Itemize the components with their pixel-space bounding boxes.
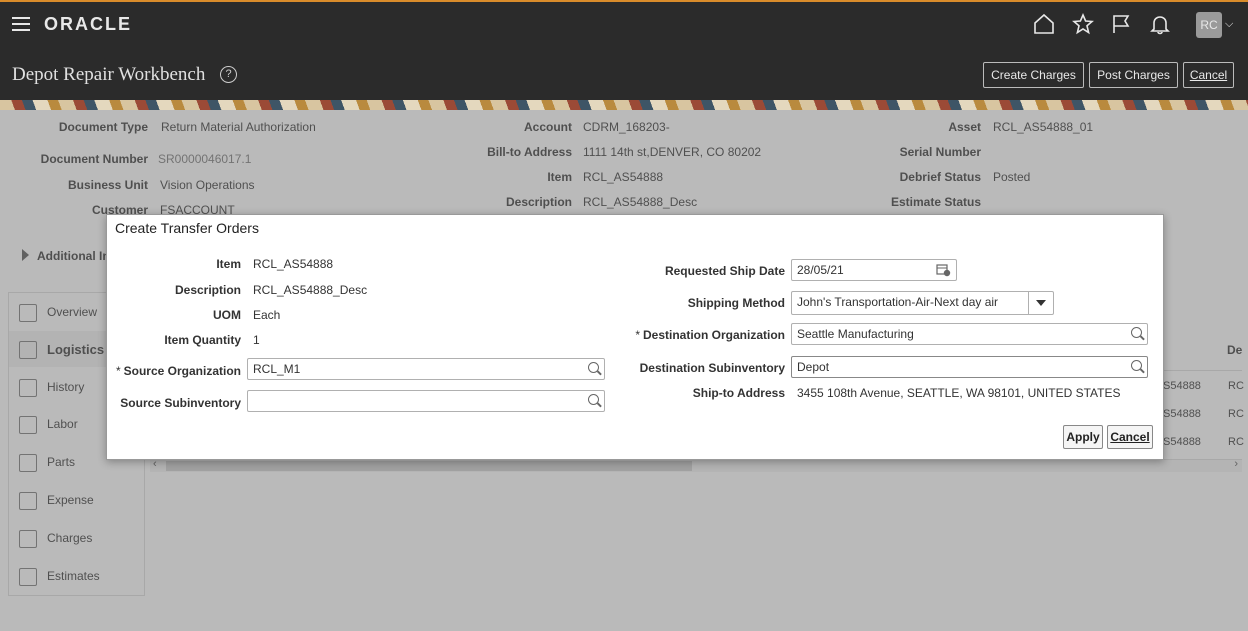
cancel-button[interactable]: Cancel bbox=[1107, 425, 1153, 449]
source-subinventory-input[interactable] bbox=[247, 390, 605, 412]
dialog-title: Create Transfer Orders bbox=[115, 220, 259, 236]
ship-to-address-value: 3455 108th Avenue, SEATTLE, WA 98101, UN… bbox=[797, 386, 1121, 400]
destination-subinventory-label: Destination Subinventory bbox=[639, 361, 785, 375]
oracle-logo: ORACLE bbox=[44, 14, 132, 34]
source-organization-input[interactable]: RCL_M1 bbox=[247, 358, 605, 380]
description-label: Description bbox=[174, 283, 241, 297]
apply-button[interactable]: Apply bbox=[1063, 425, 1103, 449]
shipping-method-label: Shipping Method bbox=[687, 296, 785, 310]
item-quantity-value: 1 bbox=[253, 333, 260, 347]
item-label: Item bbox=[216, 257, 241, 271]
dropdown-arrow-icon[interactable] bbox=[1028, 292, 1053, 314]
home-icon[interactable] bbox=[1032, 12, 1056, 36]
calendar-icon[interactable] bbox=[936, 263, 951, 277]
decorative-banner bbox=[0, 100, 1248, 110]
search-icon[interactable] bbox=[1131, 327, 1142, 338]
star-icon[interactable] bbox=[1071, 12, 1095, 36]
required-mark: * bbox=[635, 328, 640, 342]
create-transfer-orders-dialog: Create Transfer Orders Item RCL_AS54888 … bbox=[106, 214, 1164, 460]
item-value: RCL_AS54888 bbox=[253, 257, 334, 271]
search-icon[interactable] bbox=[588, 362, 599, 373]
requested-ship-date-label: Requested Ship Date bbox=[664, 264, 785, 278]
requested-ship-date-input[interactable]: 28/05/21 bbox=[791, 259, 957, 281]
help-icon[interactable]: ? bbox=[220, 66, 237, 83]
page-title: Depot Repair Workbench bbox=[12, 64, 206, 85]
required-mark: * bbox=[115, 364, 121, 378]
source-subinventory-label: Source Subinventory bbox=[120, 396, 241, 410]
destination-organization-input[interactable]: Seattle Manufacturing bbox=[791, 323, 1148, 345]
uom-label: UOM bbox=[213, 308, 241, 322]
item-quantity-label: Item Quantity bbox=[164, 333, 241, 347]
shipping-method-select[interactable]: John's Transportation-Air-Next day air bbox=[791, 291, 1054, 315]
destination-organization-label: * Destination Organization bbox=[635, 328, 785, 342]
create-charges-button[interactable]: Create Charges bbox=[983, 62, 1084, 88]
search-icon[interactable] bbox=[1131, 360, 1142, 371]
description-value: RCL_AS54888_Desc bbox=[253, 283, 368, 297]
destination-subinventory-input[interactable]: Depot bbox=[791, 356, 1148, 378]
bell-icon[interactable] bbox=[1148, 12, 1172, 36]
source-organization-label: * Source Organization bbox=[115, 364, 241, 378]
chevron-down-icon[interactable]: ⌵ bbox=[1225, 18, 1233, 31]
ship-to-address-label: Ship-to Address bbox=[692, 386, 785, 400]
header-cancel-button[interactable]: Cancel bbox=[1183, 62, 1234, 88]
uom-value: Each bbox=[253, 308, 281, 322]
menu-icon[interactable] bbox=[12, 17, 30, 31]
search-icon[interactable] bbox=[588, 394, 599, 405]
post-charges-button[interactable]: Post Charges bbox=[1089, 62, 1178, 88]
user-avatar[interactable]: RC bbox=[1196, 12, 1222, 38]
global-header: ORACLE RC ⌵ Depot Repair Workbench ? Cre… bbox=[0, 2, 1248, 100]
flag-icon[interactable] bbox=[1109, 12, 1133, 36]
